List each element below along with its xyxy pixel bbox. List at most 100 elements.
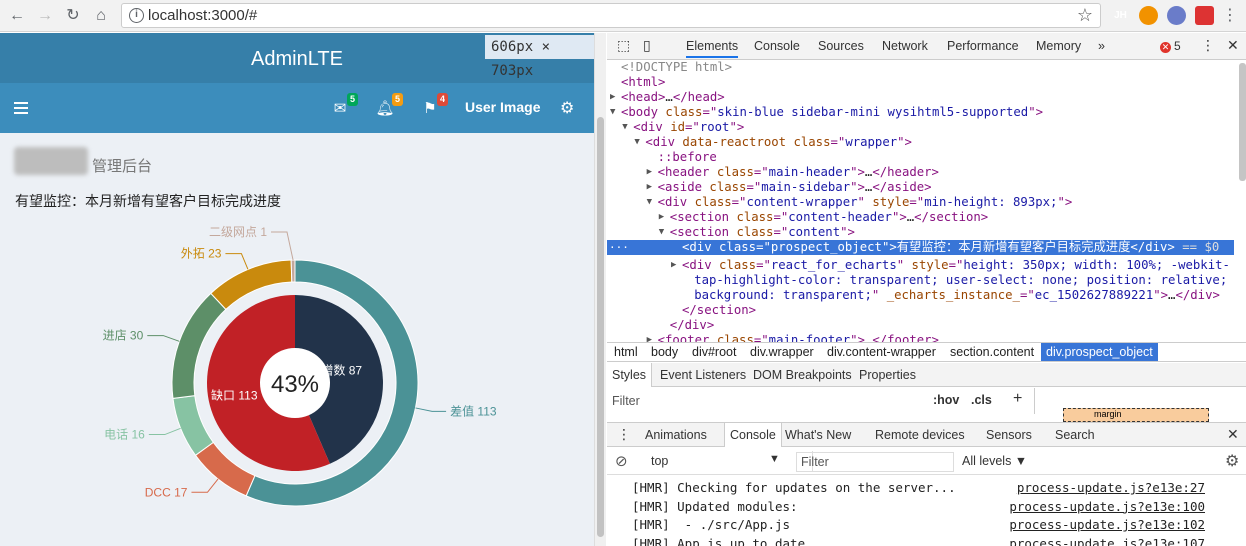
dom-node-row[interactable]: <html> bbox=[621, 75, 665, 90]
outer-slice-2[interactable] bbox=[172, 395, 214, 456]
dom-node-row[interactable]: </div> bbox=[670, 318, 714, 333]
context-select[interactable]: top ▼ bbox=[643, 451, 813, 471]
console-filter-input[interactable]: Filter bbox=[796, 452, 954, 472]
drawer-tab-animations[interactable]: Animations bbox=[645, 428, 707, 442]
drawer-tab-remote-devices[interactable]: Remote devices bbox=[875, 428, 965, 442]
dom-node-row[interactable]: ▼ <div data-reactroot class="wrapper"> bbox=[634, 135, 912, 150]
outer-slice-5[interactable] bbox=[290, 259, 296, 283]
dom-node-row[interactable]: background: transparent;" _echarts_insta… bbox=[694, 288, 1220, 303]
red-extension-icon[interactable] bbox=[1195, 6, 1214, 25]
more-tabs-icon[interactable]: » bbox=[1098, 39, 1105, 53]
forward-icon[interactable]: → bbox=[34, 5, 56, 27]
dom-node-row[interactable]: ▼ <div class="content-wrapper" style="min… bbox=[647, 195, 1073, 210]
dom-node-row[interactable]: ▶ <div class="react_for_echarts" style="h… bbox=[671, 258, 1230, 273]
dom-node-row[interactable]: ▶ <aside class="main-sidebar">…</aside> bbox=[647, 180, 932, 195]
expand-arrow-icon[interactable]: ▶ bbox=[647, 180, 652, 195]
expand-arrow-icon[interactable]: ▶ bbox=[647, 165, 652, 180]
dom-node-row[interactable]: ▶ <header class="main-header">…</header> bbox=[647, 165, 939, 180]
crumb-wrapper[interactable]: div.wrapper bbox=[750, 345, 814, 359]
redux-extension-icon[interactable] bbox=[1139, 6, 1158, 25]
expand-arrow-icon[interactable]: ▶ bbox=[659, 210, 664, 225]
dom-scrollbar[interactable] bbox=[1239, 63, 1246, 181]
info-icon[interactable]: i bbox=[129, 8, 144, 23]
dom-node-row[interactable]: ▶ <head>…</head> bbox=[610, 90, 725, 105]
user-menu[interactable]: User Image bbox=[465, 99, 540, 115]
device-toggle-icon[interactable]: ▯ bbox=[643, 37, 651, 54]
console-source-link[interactable]: process-update.js?e13e:107 bbox=[1009, 536, 1205, 546]
page-scrollbar[interactable] bbox=[594, 33, 606, 546]
dom-tree[interactable]: ··· <!DOCTYPE html> <html> ▶ <head>…</head>… bbox=[607, 60, 1239, 342]
mail-icon[interactable]: ✉ 5 bbox=[330, 93, 358, 117]
outer-label-2: 电话 16 bbox=[104, 428, 145, 442]
address-bar[interactable]: i localhost:3000/# ☆ bbox=[121, 3, 1101, 28]
gears-icon[interactable]: ⚙ bbox=[560, 98, 574, 118]
levels-select[interactable]: All levels ▼ bbox=[962, 454, 1027, 468]
dom-node-row[interactable]: tap-highlight-color: transparent; user-s… bbox=[694, 273, 1227, 288]
tab-elements[interactable]: Elements bbox=[686, 39, 739, 58]
tab-network[interactable]: Network bbox=[882, 39, 928, 53]
console-source-link[interactable]: process-update.js?e13e:27 bbox=[1017, 480, 1205, 495]
crumb-root[interactable]: div#root bbox=[692, 345, 736, 359]
dom-node-row[interactable]: ▶ <section class="content-header">…</sect… bbox=[659, 210, 988, 225]
crumb-section-content[interactable]: section.content bbox=[950, 345, 1034, 359]
dom-node-row[interactable]: </section> bbox=[682, 303, 756, 318]
tab-memory[interactable]: Memory bbox=[1036, 39, 1081, 53]
sidebar-toggle-icon[interactable] bbox=[14, 102, 28, 117]
crumb-content-wrapper[interactable]: div.content-wrapper bbox=[827, 345, 936, 359]
crumb-prospect-object[interactable]: div.prospect_object bbox=[1041, 343, 1158, 361]
crumb-html[interactable]: html bbox=[614, 345, 638, 359]
expand-arrow-icon[interactable]: ▼ bbox=[622, 120, 627, 135]
back-icon[interactable]: ← bbox=[6, 5, 28, 27]
menu-kebab-icon[interactable]: ⋮ bbox=[1219, 5, 1241, 27]
drawer-menu-icon[interactable]: ⋮ bbox=[617, 426, 631, 443]
console-source-link[interactable]: process-update.js?e13e:100 bbox=[1009, 499, 1205, 514]
expand-arrow-icon[interactable]: ▼ bbox=[634, 135, 639, 150]
cls-toggle[interactable]: .cls bbox=[971, 393, 992, 407]
close-drawer-icon[interactable]: ✕ bbox=[1227, 426, 1239, 443]
drawer-tab-search[interactable]: Search bbox=[1055, 428, 1095, 442]
expand-arrow-icon[interactable]: ▼ bbox=[659, 225, 664, 240]
crumb-body[interactable]: body bbox=[651, 345, 678, 359]
expand-arrow-icon[interactable]: ▶ bbox=[610, 90, 615, 105]
blue-extension-icon[interactable] bbox=[1167, 6, 1186, 25]
node-actions-icon[interactable]: ··· bbox=[609, 240, 629, 255]
flag-icon[interactable]: ⚑ 4 bbox=[420, 93, 448, 117]
dom-node-row[interactable]: ▼ <div id="root"> bbox=[622, 120, 744, 135]
tab-styles[interactable]: Styles bbox=[607, 363, 653, 387]
jh-extension-icon[interactable]: JH bbox=[1111, 6, 1130, 25]
tab-event-listeners[interactable]: Event Listeners bbox=[660, 368, 746, 382]
dom-node-row[interactable]: <!DOCTYPE html> bbox=[621, 60, 732, 75]
expand-arrow-icon[interactable]: ▶ bbox=[647, 333, 652, 342]
tab-console[interactable]: Console bbox=[754, 39, 800, 53]
dom-node-row[interactable]: ▼ <section class="content"> bbox=[659, 225, 855, 240]
hov-toggle[interactable]: :hov bbox=[933, 393, 959, 407]
drawer-tab-sensors[interactable]: Sensors bbox=[986, 428, 1032, 442]
bell-icon[interactable]: 🔔︎ 5 bbox=[375, 93, 403, 117]
dom-node-row[interactable]: <div class="prospect_object">有望监控：本月新增有望… bbox=[682, 240, 1219, 255]
clear-console-icon[interactable]: ⊘ bbox=[615, 452, 628, 470]
drawer-tab-whats-new[interactable]: What's New bbox=[785, 428, 851, 442]
leader-line-3 bbox=[147, 335, 180, 342]
tab-properties[interactable]: Properties bbox=[859, 368, 916, 382]
tab-dom-breakpoints[interactable]: DOM Breakpoints bbox=[753, 368, 852, 382]
drawer-tab-console[interactable]: Console bbox=[724, 423, 782, 447]
devtools-menu-icon[interactable]: ⋮ bbox=[1201, 37, 1215, 54]
close-devtools-icon[interactable]: ✕ bbox=[1227, 37, 1239, 54]
home-icon[interactable]: ⌂ bbox=[90, 5, 112, 27]
dom-node-row[interactable]: ▼ <body class="skin-blue sidebar-mini wys… bbox=[610, 105, 1043, 120]
expand-arrow-icon[interactable]: ▼ bbox=[647, 195, 652, 210]
bookmark-star-icon[interactable]: ☆ bbox=[1077, 5, 1093, 26]
tab-sources[interactable]: Sources bbox=[818, 39, 864, 53]
new-rule-icon[interactable]: + bbox=[1013, 390, 1022, 408]
dom-node-row[interactable]: ::before bbox=[658, 150, 717, 165]
inspect-icon[interactable]: ⬚ bbox=[617, 37, 630, 54]
styles-filter[interactable]: Filter :hov .cls + bbox=[607, 388, 1035, 414]
expand-arrow-icon[interactable]: ▼ bbox=[610, 105, 615, 120]
console-settings-icon[interactable]: ⚙ bbox=[1225, 451, 1239, 471]
dom-node-row[interactable]: ▶ <footer class="main-footer">…</footer> bbox=[647, 333, 939, 342]
reload-icon[interactable]: ↻ bbox=[62, 5, 84, 27]
tab-performance[interactable]: Performance bbox=[947, 39, 1019, 53]
expand-arrow-icon[interactable]: ▶ bbox=[671, 258, 676, 273]
console-source-link[interactable]: process-update.js?e13e:102 bbox=[1009, 517, 1205, 532]
error-counter[interactable]: ✕ 5 bbox=[1160, 39, 1181, 53]
